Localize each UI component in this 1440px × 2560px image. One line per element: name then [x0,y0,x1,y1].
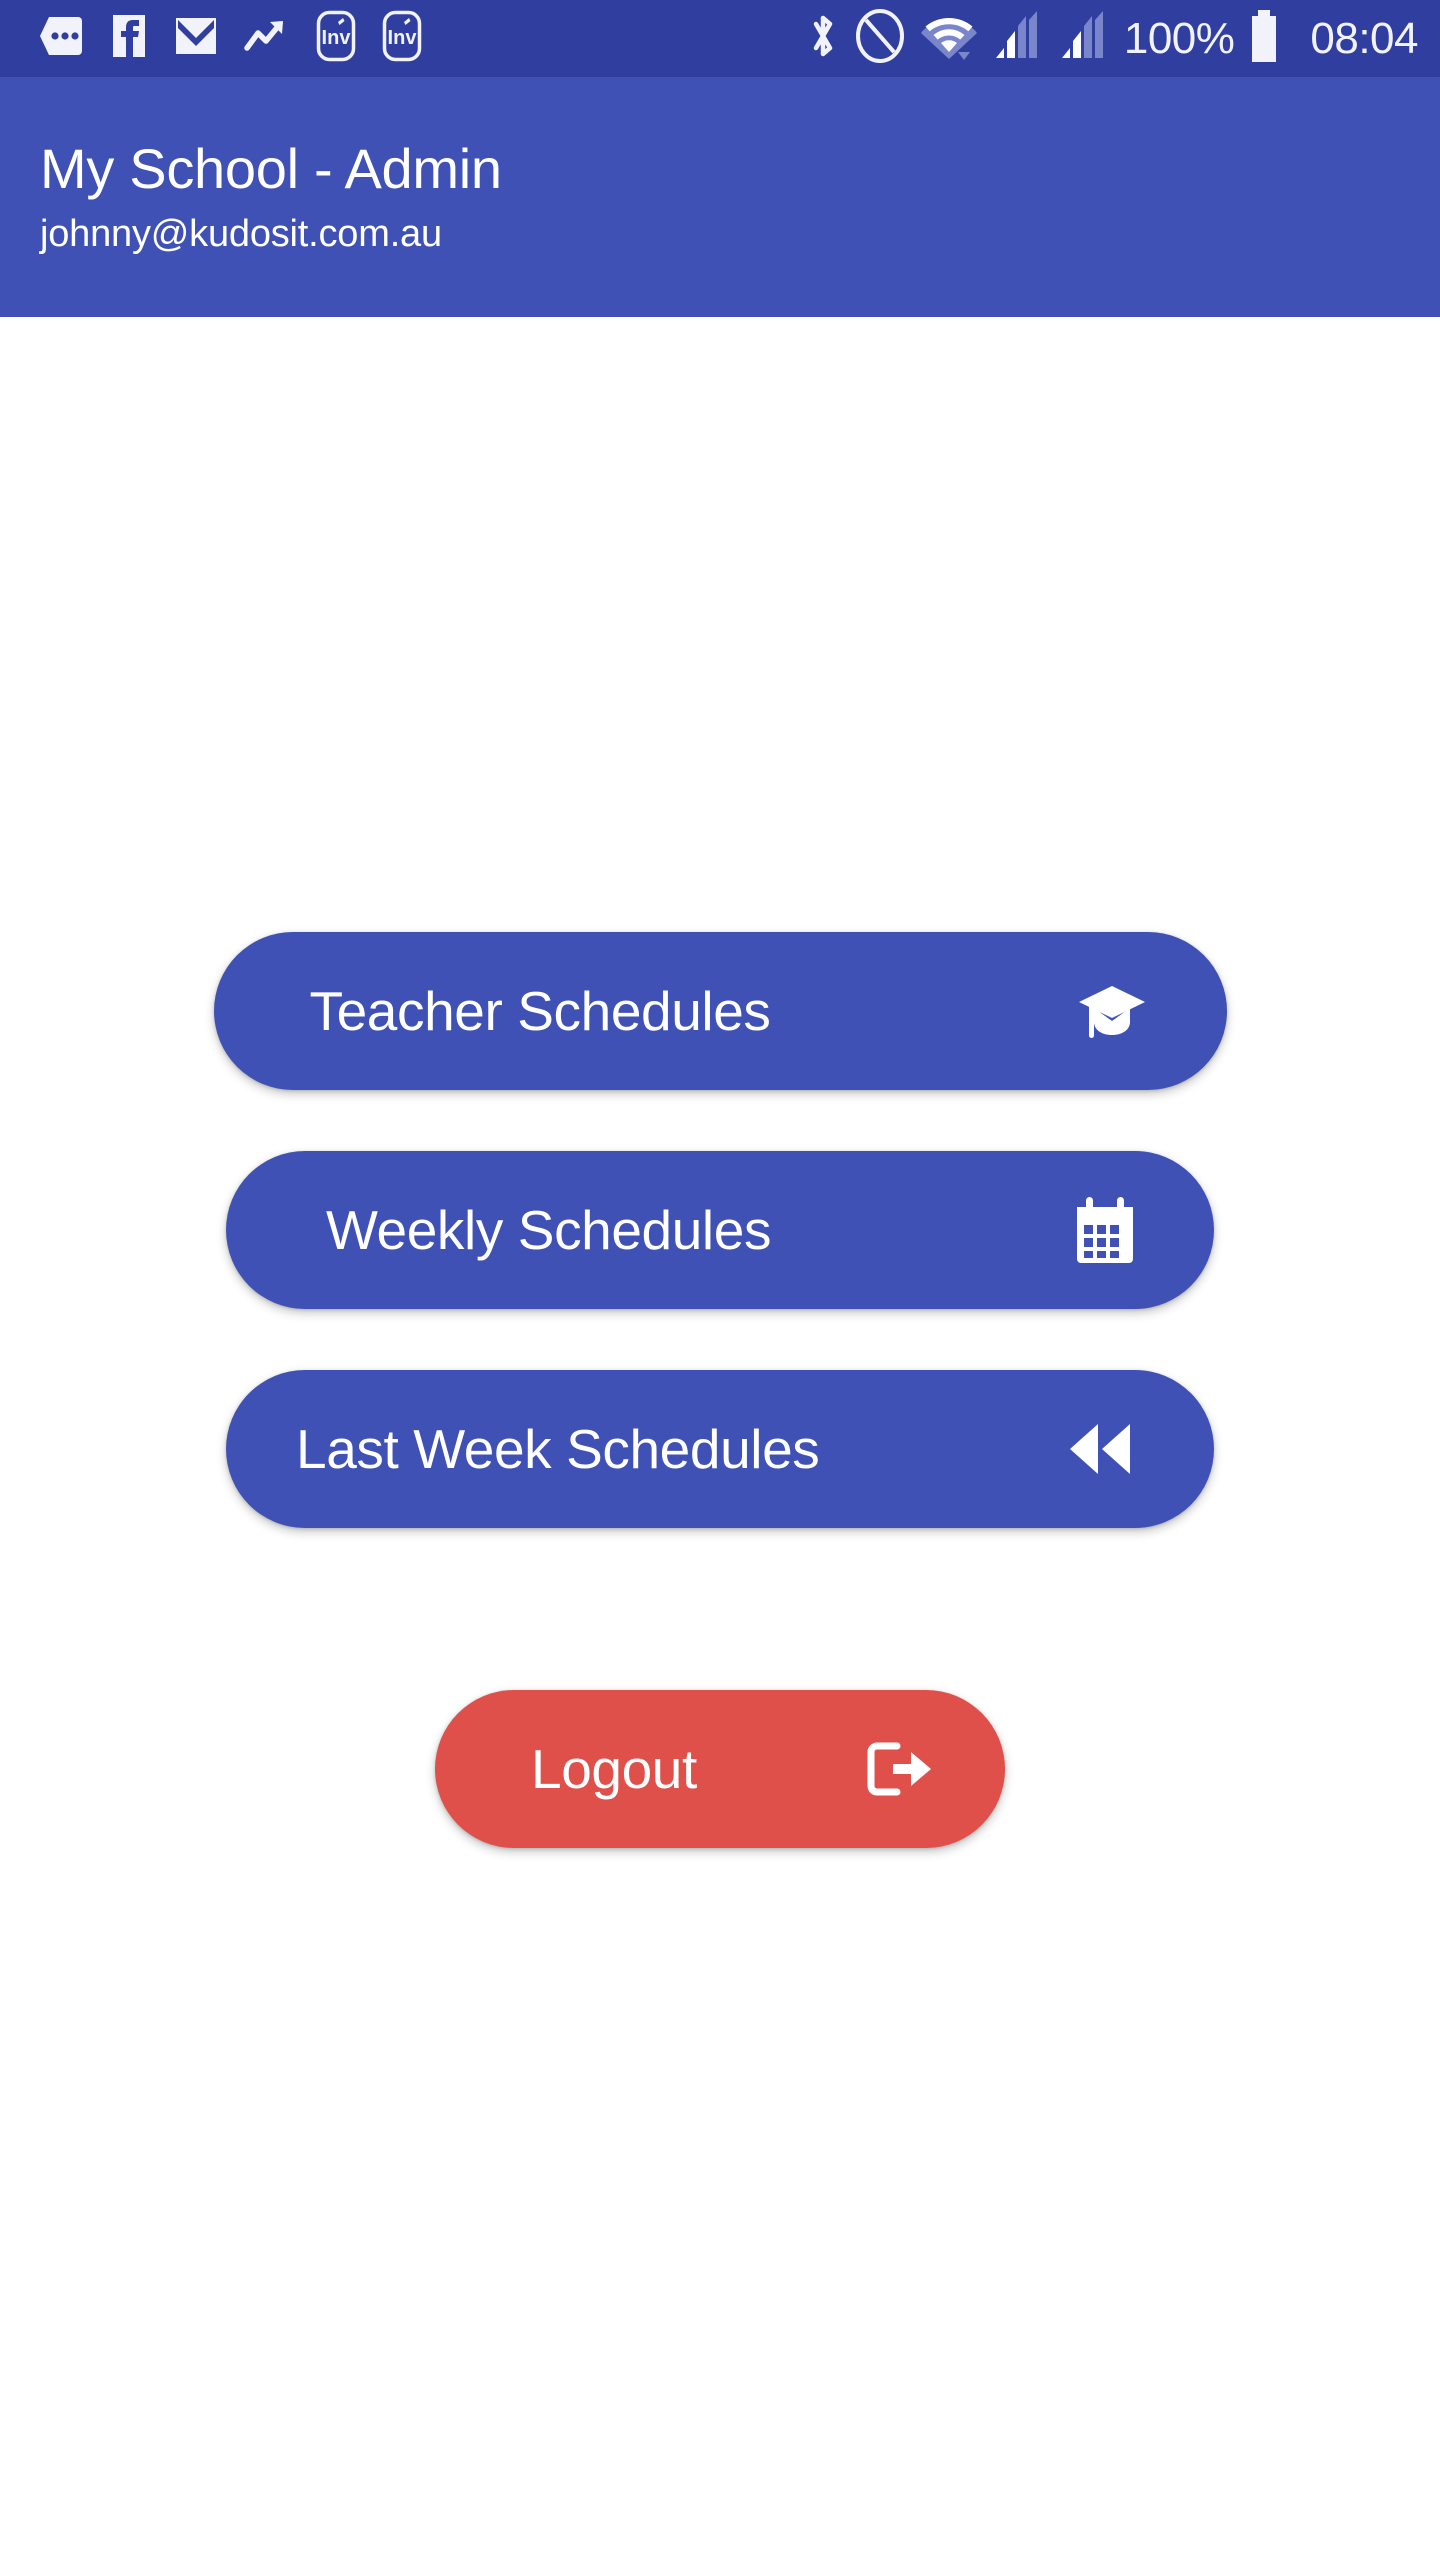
status-bar-notification-icons: Inv Inv [38,10,422,67]
logout-row: Logout [435,1690,1005,1848]
facebook-icon [110,14,148,63]
teacher-schedules-label: Teacher Schedules [309,979,771,1042]
last-week-schedules-button[interactable]: Last Week Schedules [226,1370,1214,1528]
main-content: Teacher Schedules Weekly Schedules Last … [0,317,1440,2560]
rewind-icon [1062,1418,1138,1480]
status-bar: Inv Inv 100% 08:04 [0,0,1440,77]
last-week-schedules-label: Last Week Schedules [296,1417,820,1480]
signal-sim1-icon [992,10,1044,67]
do-not-disturb-icon [854,8,906,69]
weekly-schedules-label: Weekly Schedules [326,1198,772,1261]
svg-text:Inv: Inv [322,27,352,49]
status-bar-system-icons: 100% 08:04 [806,8,1418,69]
battery-icon [1248,8,1280,69]
teacher-schedules-button[interactable]: Teacher Schedules [213,932,1227,1090]
invoice-app-icon-2: Inv [382,10,422,67]
email-icon [174,16,218,61]
app-header: My School - Admin johnny@kudosit.com.au [0,77,1440,317]
app-screen: Inv Inv 100% 08:04 My School - Admin joh… [0,0,1440,2560]
bluetooth-icon [806,10,840,67]
battery-percent-label: 100% [1123,13,1235,63]
trending-up-icon [244,15,290,62]
user-email-label: johnny@kudosit.com.au [40,212,442,255]
logout-button[interactable]: Logout [435,1690,1005,1848]
invoice-app-icon: Inv [316,10,356,67]
clock-label: 08:04 [1310,13,1418,63]
menu-button-group: Teacher Schedules Weekly Schedules Last … [0,932,1440,1848]
messages-icon [38,15,84,62]
sign-out-icon [867,1738,933,1800]
wifi-icon [920,12,978,65]
svg-text:Inv: Inv [388,27,418,49]
weekly-schedules-button[interactable]: Weekly Schedules [226,1151,1214,1309]
calendar-icon [1074,1195,1136,1265]
page-title: My School - Admin [40,136,502,200]
logout-label: Logout [531,1737,697,1800]
graduation-cap-icon [1075,980,1149,1042]
signal-sim2-icon [1058,10,1110,67]
